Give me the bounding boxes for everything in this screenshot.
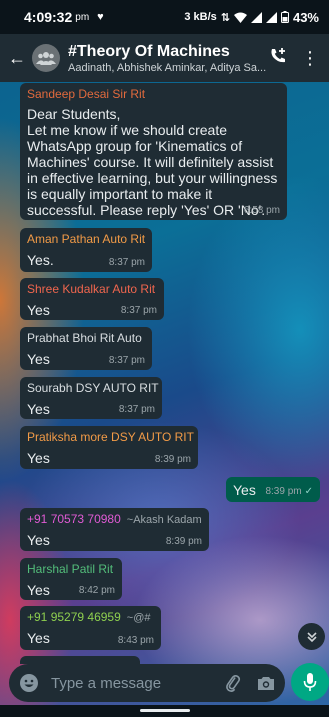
status-right: 3 kB/s ⇅ 43% xyxy=(184,10,319,25)
message-sender-row: +91 95279 46959 ~@# xyxy=(27,610,154,625)
message-sender: +91 70573 70980 xyxy=(27,512,121,526)
message-time: 8:37 pm xyxy=(108,257,145,268)
attach-icon[interactable] xyxy=(225,674,241,692)
home-gesture-pill[interactable] xyxy=(140,709,190,712)
message-bubble[interactable]: Aman Pathan Auto Rit Yes. 8:37 pm xyxy=(20,228,152,272)
message-time: 8:37 pm xyxy=(108,355,145,366)
message-bubble[interactable]: Sandeep Desai Sir Rit Dear Students, Let… xyxy=(20,83,287,220)
message-bubble-partial xyxy=(20,656,140,664)
notification-heart-icon: ♥ xyxy=(97,11,104,23)
net-speed: 3 kB/s xyxy=(184,11,217,23)
message-time: 8:39 pm ✓ xyxy=(265,486,313,497)
message-sender: Pratiksha more DSY AUTO RIT xyxy=(27,430,194,444)
status-ampm: pm xyxy=(75,11,90,23)
sent-tick-icon: ✓ xyxy=(304,486,313,497)
message-sender-row: +91 70573 70980 ~Akash Kadam xyxy=(27,512,202,527)
emoji-icon[interactable] xyxy=(19,673,39,693)
message-bubble[interactable]: Pratiksha more DSY AUTO RIT Yes 8:39 pm xyxy=(20,426,198,469)
outgoing-message-bubble[interactable]: Yes 8:39 pm ✓ xyxy=(226,477,320,502)
group-title: #Theory Of Machines xyxy=(68,42,230,60)
message-time: 8:42 pm xyxy=(78,585,115,596)
signal-icon xyxy=(250,11,262,23)
signal-2-icon xyxy=(265,11,277,23)
message-time: 8:37 pm xyxy=(118,404,155,415)
message-time-text: 8:39 pm xyxy=(265,486,302,497)
message-bubble[interactable]: Prabhat Bhoi Rit Auto Yes 8:37 pm xyxy=(20,327,152,370)
voice-message-button[interactable] xyxy=(291,663,329,701)
scroll-to-bottom-button[interactable] xyxy=(298,623,325,650)
message-time: 8:39 pm xyxy=(154,454,191,465)
message-sender: Prabhat Bhoi Rit Auto xyxy=(27,331,142,345)
message-sender: Sandeep Desai Sir Rit xyxy=(27,87,146,101)
message-bubble[interactable]: Sourabh DSY AUTO RIT Yes 8:37 pm xyxy=(20,377,162,419)
message-time: 8:43 pm xyxy=(117,635,154,646)
overflow-menu-icon[interactable]: ⋮ xyxy=(301,49,319,67)
system-nav-bar xyxy=(0,705,329,717)
message-sender: Shree Kudalkar Auto Rit xyxy=(27,282,156,296)
status-time: 4:09:32 xyxy=(24,9,73,25)
group-members: Aadinath, Abhishek Aminkar, Aditya Sa... xyxy=(68,61,267,74)
message-pushname: ~Akash Kadam xyxy=(126,514,202,526)
message-bubble[interactable]: Shree Kudalkar Auto Rit Yes 8:37 pm xyxy=(20,278,164,320)
group-avatar[interactable] xyxy=(32,44,60,72)
message-sender: +91 95279 46959 xyxy=(27,610,121,624)
message-text: Dear Students, Let me know if we should … xyxy=(27,106,278,218)
battery-icon xyxy=(280,11,289,23)
message-input[interactable]: Type a message xyxy=(51,675,225,692)
status-bar: 4:09:32 pm ♥ 3 kB/s ⇅ 43% xyxy=(0,0,329,34)
chat-header: ← #Theory Of Machines Aadinath, Abhishek… xyxy=(0,34,329,82)
message-time: 8:39 pm xyxy=(165,536,202,547)
message-sender: Aman Pathan Auto Rit xyxy=(27,232,146,246)
message-sender: Sourabh DSY AUTO RIT xyxy=(27,381,159,395)
camera-icon[interactable] xyxy=(257,675,275,691)
message-bubble[interactable]: Harshal Patil Rit Yes 8:42 pm xyxy=(20,558,122,600)
double-chevron-down-icon xyxy=(306,631,317,642)
group-people-icon xyxy=(36,52,56,65)
group-info[interactable]: #Theory Of Machines Aadinath, Abhishek A… xyxy=(68,43,268,74)
message-time: 8:37 pm xyxy=(120,305,157,316)
add-call-icon[interactable] xyxy=(269,47,287,70)
wifi-icon xyxy=(233,12,247,23)
message-bubble[interactable]: +91 70573 70980 ~Akash Kadam Yes 8:39 pm xyxy=(20,508,209,551)
message-bubble[interactable]: +91 95279 46959 ~@# Yes 8:43 pm xyxy=(20,606,161,650)
back-arrow-icon[interactable]: ← xyxy=(8,48,30,69)
message-time: 6:58 pm xyxy=(243,205,280,216)
message-pushname: ~@# xyxy=(126,612,151,624)
mic-icon xyxy=(303,673,317,691)
message-sender: Harshal Patil Rit xyxy=(27,562,114,576)
data-arrows-icon: ⇅ xyxy=(220,11,230,24)
battery-percent: 43% xyxy=(292,9,319,25)
message-composer: Type a message xyxy=(9,664,285,702)
